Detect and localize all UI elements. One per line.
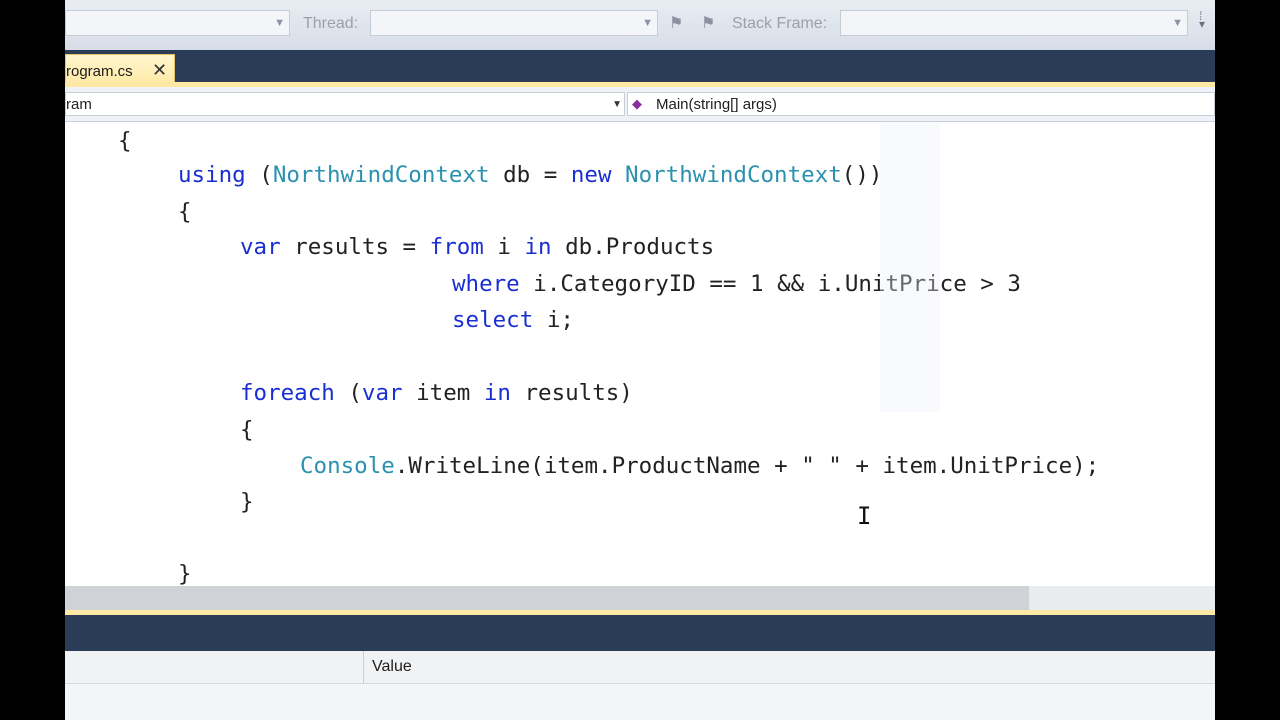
code-keyword: select bbox=[452, 307, 534, 333]
code-keyword: var bbox=[240, 234, 281, 260]
code-token: .WriteLine(item.ProductName + " " + item… bbox=[394, 453, 1100, 479]
code-token: ( bbox=[245, 162, 273, 188]
code-keyword: new bbox=[570, 162, 612, 188]
code-token: i; bbox=[533, 307, 574, 333]
code-keyword: in bbox=[483, 380, 511, 406]
code-token: db = bbox=[489, 162, 571, 188]
code-type: NorthwindContext bbox=[625, 162, 842, 188]
method-icon: ◆ bbox=[632, 96, 642, 111]
watch-grid-header: Value bbox=[65, 651, 1215, 684]
editor-navigation-bar: ram ▼ ◆ Main(string[] args) bbox=[65, 87, 1215, 122]
watch-grid: Value bbox=[65, 651, 1215, 720]
code-token: i bbox=[483, 234, 525, 260]
code-line: select i; bbox=[452, 305, 574, 335]
tab-label: rogram.cs bbox=[66, 63, 133, 80]
screen-glare bbox=[880, 122, 940, 412]
code-keyword: from bbox=[429, 234, 484, 260]
code-token: results) bbox=[510, 380, 633, 406]
code-token: { bbox=[240, 417, 254, 443]
type-dropdown[interactable]: ram ▼ bbox=[65, 92, 625, 116]
code-token: results = bbox=[280, 234, 430, 260]
chevron-down-icon: ▼ bbox=[1172, 17, 1183, 29]
code-token: i.CategoryID == 1 && i.UnitPrice > 3 bbox=[519, 271, 1021, 297]
column-separator[interactable] bbox=[363, 651, 364, 683]
code-line: Console.WriteLine(item.ProductName + " "… bbox=[300, 451, 1099, 481]
code-token: ()) bbox=[841, 162, 883, 188]
code-token: { bbox=[178, 199, 192, 225]
code-keyword: where bbox=[452, 271, 520, 297]
value-column-header[interactable]: Value bbox=[372, 658, 412, 676]
horizontal-scrollbar[interactable] bbox=[65, 586, 1215, 610]
close-icon[interactable]: ✕ bbox=[152, 60, 167, 81]
toolbar-overflow-icon[interactable]: ⁞ ▾ bbox=[1199, 10, 1209, 30]
code-keyword: using bbox=[178, 162, 246, 188]
code-token: ( bbox=[334, 380, 362, 406]
code-token: db.Products bbox=[551, 234, 715, 260]
code-line: { bbox=[118, 126, 132, 156]
code-line: using (NorthwindContext db = new Northwi… bbox=[178, 160, 882, 190]
visual-studio-window: ▼ Thread: ▼ ⚑ ⚑ Stack Frame: ▼ ⁞ ▾ rogram… bbox=[65, 0, 1215, 720]
thread-label: Thread: bbox=[303, 15, 359, 32]
code-keyword: in bbox=[524, 234, 552, 260]
code-line: { bbox=[178, 197, 192, 227]
error-squiggle bbox=[1187, 469, 1201, 475]
code-line: } bbox=[240, 487, 254, 517]
member-dropdown[interactable]: ◆ Main(string[] args) bbox=[627, 92, 1215, 116]
type-dropdown-value: ram bbox=[66, 96, 92, 113]
member-dropdown-value: Main(string[] args) bbox=[656, 96, 777, 113]
code-token: } bbox=[240, 489, 254, 515]
stack-frame-label: Stack Frame: bbox=[732, 15, 828, 32]
flag-thread-icon[interactable]: ⚑ bbox=[669, 13, 683, 33]
stack-frame-combo[interactable]: ▼ bbox=[840, 10, 1188, 36]
chevron-down-icon: ▼ bbox=[274, 17, 285, 29]
show-flagged-threads-icon[interactable]: ⚑ bbox=[701, 13, 715, 33]
code-token: } bbox=[178, 561, 192, 586]
chevron-down-icon: ▼ bbox=[612, 99, 622, 110]
code-line: foreach (var item in results) bbox=[240, 378, 633, 408]
scrollbar-thumb[interactable] bbox=[65, 586, 1029, 610]
code-token: item bbox=[402, 380, 484, 406]
tool-window-header bbox=[65, 615, 1215, 651]
debug-toolbar: ▼ Thread: ▼ ⚑ ⚑ Stack Frame: ▼ ⁞ ▾ bbox=[65, 0, 1215, 51]
code-keyword: foreach bbox=[240, 380, 335, 406]
code-type: Console bbox=[300, 453, 395, 479]
code-token: { bbox=[118, 128, 132, 154]
code-keyword: var bbox=[361, 380, 403, 406]
chevron-down-icon: ▼ bbox=[642, 17, 653, 29]
document-tab-well: rogram.cs ✕ bbox=[65, 50, 1215, 86]
code-line: } bbox=[178, 559, 192, 586]
code-type: NorthwindContext bbox=[272, 162, 490, 188]
code-editor[interactable]: {using (NorthwindContext db = new Northw… bbox=[65, 122, 1215, 586]
process-combo[interactable]: ▼ bbox=[65, 10, 290, 36]
thread-combo[interactable]: ▼ bbox=[370, 10, 658, 36]
text-cursor-icon: I bbox=[857, 502, 872, 530]
code-line: var results = from i in db.Products bbox=[240, 232, 714, 262]
code-line: { bbox=[240, 415, 254, 445]
